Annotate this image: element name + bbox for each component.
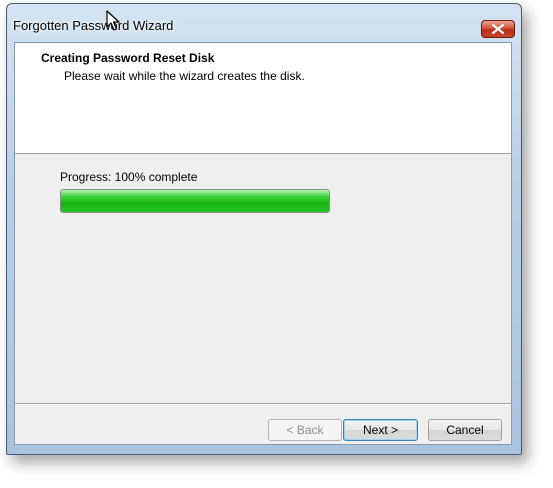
- wizard-header: Creating Password Reset Disk Please wait…: [15, 43, 511, 154]
- window-title: Forgotten Password Wizard: [13, 18, 174, 33]
- progress-bar: [60, 189, 330, 213]
- wizard-body: Creating Password Reset Disk Please wait…: [14, 42, 512, 445]
- cancel-button[interactable]: Cancel: [428, 419, 502, 441]
- mouse-pointer-icon: [106, 10, 120, 31]
- page-subtitle: Please wait while the wizard creates the…: [64, 69, 305, 83]
- progress-bar-fill: [61, 190, 329, 212]
- wizard-window: Forgotten Password Wizard Creating Passw…: [6, 3, 522, 455]
- close-icon: [492, 24, 504, 34]
- title-bar[interactable]: Forgotten Password Wizard: [7, 4, 521, 42]
- footer-divider: [15, 403, 511, 405]
- next-button[interactable]: Next >: [343, 419, 418, 441]
- page-title: Creating Password Reset Disk: [41, 51, 215, 65]
- close-button[interactable]: [481, 20, 515, 38]
- back-button[interactable]: < Back: [268, 419, 342, 441]
- progress-label: Progress: 100% complete: [60, 170, 198, 184]
